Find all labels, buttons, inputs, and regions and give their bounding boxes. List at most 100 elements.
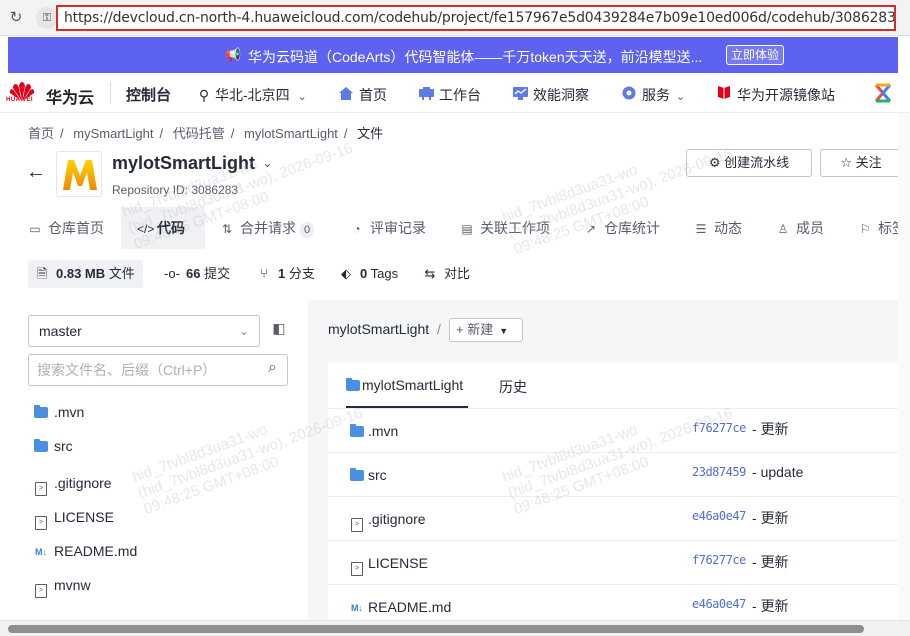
nav-home[interactable]: 首页 [338, 85, 387, 105]
commit-hash-link[interactable]: f76277ce [692, 421, 746, 435]
activity-icon: ☰ [695, 222, 707, 236]
chevron-down-icon[interactable]: ⌄ [262, 155, 273, 171]
scrollbar-thumb[interactable] [8, 625, 864, 633]
breadcrumb-separator: / [60, 126, 64, 141]
commit-hash-link[interactable]: f76277ce [692, 553, 746, 567]
commit-message[interactable]: - 更新 [752, 419, 789, 439]
path-separator: / [437, 321, 441, 337]
commits-stat[interactable]: -o- 66 提交 [164, 260, 230, 288]
reload-icon[interactable]: ↻ [6, 8, 26, 28]
divider [328, 584, 910, 585]
compare-stat[interactable]: ⇆ 对比 [422, 260, 470, 288]
breadcrumb-repo[interactable]: mylotSmartLight [244, 126, 338, 141]
repo-logo [56, 151, 102, 197]
tab-activity[interactable]: ☰ 动态 [686, 207, 750, 249]
repo-size-stat[interactable]: 🗎 0.83 MB 文件 [28, 260, 143, 288]
merge-request-icon: ⇅ [221, 222, 233, 236]
merge-request-count: 0 [300, 222, 314, 238]
file-size-icon: 🗎 [36, 266, 48, 281]
vertical-scrollbar[interactable] [898, 113, 910, 620]
markdown-icon: M↓ [351, 603, 363, 613]
nav-open-source-mirror[interactable]: 华为开源镜像站 [716, 85, 835, 105]
tree-item[interactable]: src [33, 438, 73, 454]
horizontal-scrollbar[interactable] [0, 620, 910, 636]
search-icon[interactable]: ⌕ [268, 359, 277, 377]
file-row-name[interactable]: M↓ README.md [349, 599, 451, 615]
follow-button[interactable]: ☆ 关注 [820, 149, 902, 177]
commit-message[interactable]: - 更新 [752, 596, 789, 616]
folder-icon [350, 424, 364, 437]
tree-item[interactable]: > LICENSE [33, 509, 114, 530]
promo-try-button[interactable]: 立即体验 [726, 45, 785, 65]
folder-icon [350, 468, 364, 481]
commit-hash-link[interactable]: 23d87459 [692, 465, 746, 479]
browser-toolbar: ↻ ⚿ https://devcloud.cn-north-4.huaweicl… [0, 0, 910, 36]
file-row-name[interactable]: > LICENSE [349, 555, 428, 576]
megaphone-icon: 📢 [225, 47, 242, 62]
tab-files[interactable]: mylotSmartLight [346, 377, 463, 393]
tag-icon: ⬖ [341, 266, 351, 281]
file-search-input[interactable] [37, 356, 257, 384]
star-icon: ☆ [840, 155, 852, 170]
breadcrumb-home[interactable]: 首页 [28, 126, 54, 141]
nav-workbench[interactable]: 工作台 [418, 85, 481, 105]
commit-hash-link[interactable]: e46a0e47 [692, 597, 746, 611]
file-icon: > [351, 518, 363, 532]
tab-repo-home[interactable]: ▭ 仓库首页 [20, 207, 112, 249]
create-pipeline-button[interactable]: ⚙ 创建流水线 [686, 149, 812, 177]
repo-name[interactable]: mylotSmartLight [112, 153, 255, 174]
tags-stat[interactable]: ⬖ 0 Tags [338, 260, 398, 288]
breadcrumb: 首页 / mySmartLight / 代码托管 / mylotSmartLight /… [28, 123, 389, 142]
collapse-sidebar-icon[interactable]: ◧ [270, 320, 288, 340]
branch-select[interactable]: master ⌄ [28, 315, 260, 347]
caret-down-icon: ▼ [499, 326, 509, 336]
nav-console[interactable]: 控制台 [126, 84, 171, 105]
file-row-name[interactable]: .mvn [349, 423, 398, 439]
new-file-dropdown[interactable]: + 新建 ▼ [449, 318, 523, 342]
site-info-icon[interactable]: ⚿ [36, 7, 58, 29]
chevron-down-icon: ⌄ [675, 91, 686, 103]
commit-icon: -o- [164, 266, 180, 281]
code-icon: </> [137, 222, 155, 236]
address-bar[interactable]: https://devcloud.cn-north-4.huaweicloud.… [56, 5, 896, 31]
compare-icon: ⇆ [424, 266, 436, 281]
app-launcher-icon[interactable] [873, 82, 893, 104]
commit-hash-link[interactable]: e46a0e47 [692, 509, 746, 523]
commit-message[interactable]: - 更新 [752, 508, 789, 528]
tab-reviews[interactable]: ◔ 评审记录 [342, 207, 434, 249]
workbench-icon [418, 87, 434, 103]
tab-workitems[interactable]: ▤ 关联工作项 [452, 207, 558, 249]
back-arrow-icon[interactable]: ← [26, 161, 46, 184]
nav-insight[interactable]: 效能洞察 [512, 85, 589, 105]
breadcrumb-project[interactable]: mySmartLight [73, 126, 153, 141]
path-root[interactable]: mylotSmartLight [328, 321, 429, 337]
tab-merge-requests[interactable]: ⇅ 合并请求 0 [212, 207, 322, 249]
tab-code[interactable]: </> 代码 [121, 207, 205, 249]
breadcrumb-codehub[interactable]: 代码托管 [173, 126, 225, 141]
tree-item[interactable]: M↓ README.md [33, 543, 137, 559]
tab-tags[interactable]: ⚐标签 [850, 207, 898, 249]
folder-icon [34, 405, 48, 418]
folder-icon [346, 378, 360, 391]
file-row-name[interactable]: > .gitignore [349, 511, 426, 532]
tree-item[interactable]: > .gitignore [33, 475, 112, 496]
divider [328, 408, 910, 409]
brand-name[interactable]: 华为云 [46, 84, 94, 108]
tab-history[interactable]: 历史 [499, 377, 527, 397]
tab-stats[interactable]: ↗ 仓库统计 [576, 207, 668, 249]
nav-region-select[interactable]: ⚲ 华北-北京四 ⌄ [198, 85, 307, 105]
commit-message[interactable]: - 更新 [752, 552, 789, 572]
promo-banner: 📢 华为云码道（CodeArts）代码智能体——千万token天天送，前沿模型送… [8, 37, 898, 73]
repo-home-icon: ▭ [29, 222, 41, 236]
tree-item[interactable]: .mvn [33, 404, 84, 420]
commit-message[interactable]: - update [752, 464, 803, 480]
tab-members[interactable]: ♙ 成员 [768, 207, 832, 249]
chevron-down-icon: ⌄ [238, 324, 249, 338]
tree-item[interactable]: > mvnw [33, 577, 91, 598]
file-row-name[interactable]: src [349, 467, 387, 483]
nav-services[interactable]: 服务 ⌄ [621, 85, 685, 105]
markdown-icon: M↓ [35, 547, 47, 557]
file-icon: > [35, 584, 47, 598]
branches-stat[interactable]: ⑂ 1 分支 [256, 260, 315, 288]
huawei-logo-icon[interactable] [8, 80, 36, 108]
